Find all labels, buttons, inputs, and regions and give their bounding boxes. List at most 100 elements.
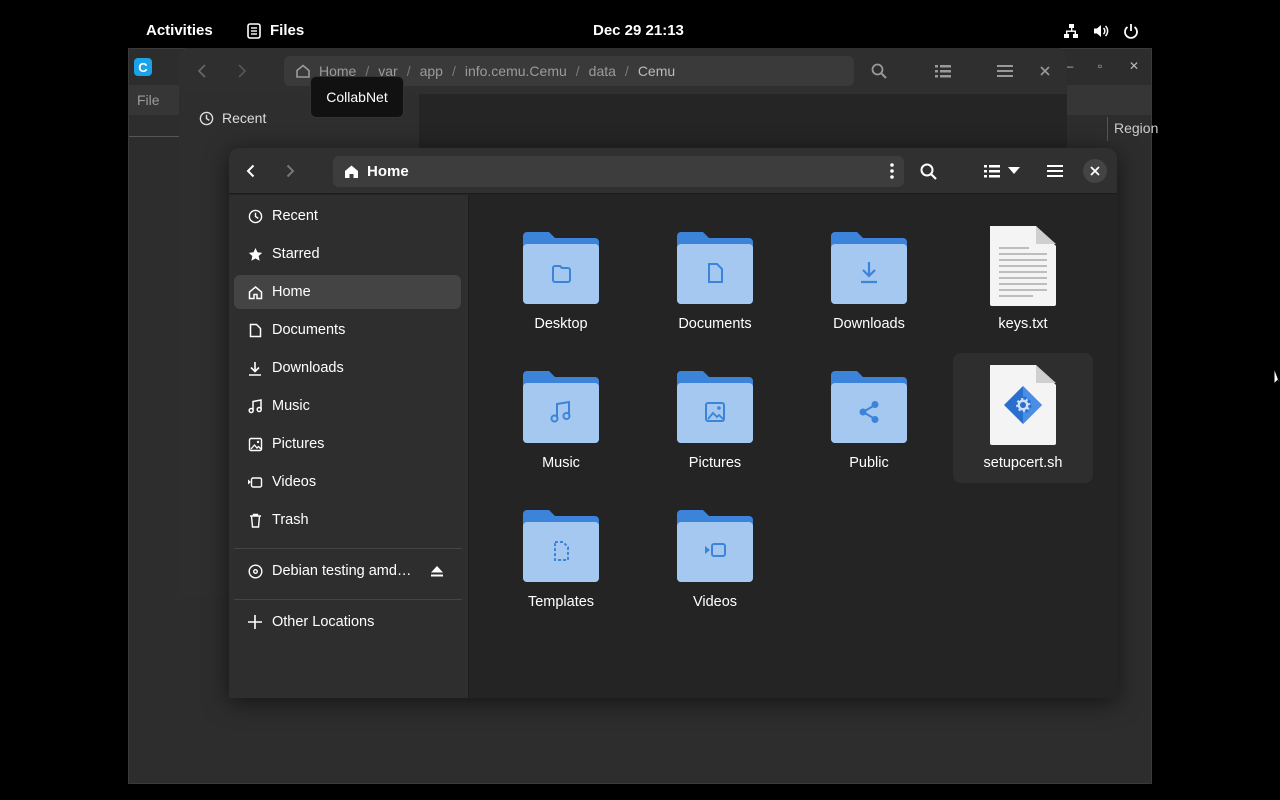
network-icon bbox=[1062, 22, 1080, 40]
file-name: Pictures bbox=[688, 455, 742, 471]
folder-videos-icon bbox=[677, 510, 753, 582]
forward-icon bbox=[284, 164, 296, 178]
close-icon[interactable]: ✕ bbox=[1127, 59, 1141, 73]
system-tray[interactable] bbox=[1062, 22, 1140, 40]
clock-icon bbox=[247, 208, 263, 224]
file-item-desktop[interactable]: Desktop bbox=[491, 218, 631, 348]
file-name: Downloads bbox=[833, 316, 905, 332]
sidebar-item-music[interactable]: Music bbox=[234, 389, 461, 423]
trash-icon bbox=[247, 512, 263, 528]
location-label[interactable]: Home bbox=[367, 163, 409, 180]
home-icon bbox=[296, 64, 310, 78]
files-app-icon bbox=[246, 22, 262, 39]
sidebar-item-downloads[interactable]: Downloads bbox=[234, 351, 461, 385]
folder-music-icon bbox=[523, 371, 599, 443]
back-icon bbox=[245, 164, 257, 178]
folder-downloads-icon bbox=[831, 232, 907, 304]
file-item-documents[interactable]: Documents bbox=[645, 218, 785, 348]
activities-button[interactable]: Activities bbox=[146, 22, 213, 39]
sidebar-item-videos[interactable]: Videos bbox=[234, 465, 461, 499]
folder-templates-icon bbox=[523, 510, 599, 582]
maximize-icon[interactable]: ▫ bbox=[1093, 59, 1107, 73]
sidebar-item-starred[interactable]: Starred bbox=[234, 237, 461, 271]
file-item-pictures[interactable]: Pictures bbox=[645, 357, 785, 487]
sidebar-item-pictures[interactable]: Pictures bbox=[234, 427, 461, 461]
path-segment[interactable]: app bbox=[420, 63, 443, 79]
file-name: Music bbox=[542, 455, 580, 471]
path-segment[interactable]: data bbox=[589, 63, 616, 79]
sidebar-item-drive[interactable]: Debian testing amd… bbox=[234, 554, 461, 588]
tooltip: CollabNet bbox=[310, 76, 404, 118]
sidebar-item-home[interactable]: Home bbox=[234, 275, 461, 309]
clock[interactable]: Dec 29 21:13 bbox=[593, 22, 684, 39]
path-segment[interactable]: Cemu bbox=[638, 63, 675, 79]
home-icon bbox=[344, 164, 359, 179]
sidebar-item-recent[interactable]: Recent bbox=[234, 199, 461, 233]
column-header bbox=[129, 117, 179, 137]
sidebar-divider bbox=[234, 548, 462, 549]
close-icon bbox=[1090, 166, 1100, 176]
kebab-menu-icon[interactable] bbox=[890, 163, 894, 179]
plus-icon bbox=[247, 614, 263, 630]
text-file-icon bbox=[990, 226, 1056, 306]
view-options-button[interactable] bbox=[1004, 156, 1024, 186]
file-item-templates[interactable]: Templates bbox=[491, 496, 631, 626]
file-item-keys-txt[interactable]: keys.txt bbox=[953, 218, 1093, 348]
power-icon bbox=[1122, 22, 1140, 40]
file-name: setupcert.sh bbox=[983, 455, 1063, 471]
column-header-region[interactable]: Region bbox=[1107, 117, 1158, 141]
list-view-icon[interactable] bbox=[927, 56, 959, 86]
video-icon bbox=[247, 474, 263, 490]
search-icon bbox=[920, 163, 937, 180]
cemu-logo-icon: C bbox=[134, 58, 152, 76]
sidebar-divider bbox=[234, 599, 462, 600]
search-button[interactable] bbox=[912, 156, 944, 186]
file-item-downloads[interactable]: Downloads bbox=[799, 218, 939, 348]
star-icon bbox=[247, 246, 263, 262]
folder-documents-icon bbox=[677, 232, 753, 304]
sidebar-item-trash[interactable]: Trash bbox=[234, 503, 461, 537]
app-name: Files bbox=[270, 22, 305, 39]
file-item-videos[interactable]: Videos bbox=[645, 496, 785, 626]
main-menu-button[interactable] bbox=[1039, 156, 1071, 186]
file-name: Public bbox=[849, 455, 889, 471]
sidebar: Recent Starred Home Documents Downloads … bbox=[229, 195, 469, 698]
menu-icon bbox=[1047, 164, 1063, 178]
path-bar[interactable]: Home bbox=[333, 156, 904, 187]
folder-pictures-icon bbox=[677, 371, 753, 443]
eject-icon[interactable] bbox=[431, 565, 443, 577]
app-menu-button[interactable]: Files bbox=[246, 22, 304, 39]
file-item-public[interactable]: Public bbox=[799, 357, 939, 487]
file-item-setupcert-sh[interactable]: setupcert.sh bbox=[953, 353, 1093, 483]
mouse-cursor bbox=[1273, 368, 1280, 386]
home-icon bbox=[247, 284, 263, 300]
back-button[interactable] bbox=[235, 156, 267, 186]
music-icon bbox=[247, 398, 263, 414]
sidebar-item-recent[interactable]: Recent bbox=[199, 110, 266, 126]
file-name: Templates bbox=[527, 594, 595, 610]
close-button[interactable] bbox=[1083, 159, 1107, 183]
file-name: Videos bbox=[692, 594, 738, 610]
search-icon[interactable] bbox=[863, 56, 895, 86]
sidebar-item-documents[interactable]: Documents bbox=[234, 313, 461, 347]
file-name: Documents bbox=[678, 316, 752, 332]
file-item-music[interactable]: Music bbox=[491, 357, 631, 487]
volume-icon bbox=[1092, 22, 1110, 40]
script-file-icon bbox=[990, 365, 1056, 445]
folder-public-icon bbox=[831, 371, 907, 443]
back-icon[interactable] bbox=[187, 56, 219, 86]
list-view-icon bbox=[984, 164, 1000, 178]
file-name: Desktop bbox=[534, 316, 588, 332]
header-bar: Home bbox=[229, 148, 1117, 194]
close-icon[interactable] bbox=[1029, 56, 1061, 86]
chevron-down-icon bbox=[1008, 167, 1020, 175]
menu-icon[interactable] bbox=[989, 56, 1021, 86]
menu-file[interactable]: File bbox=[137, 92, 160, 108]
folder-desktop-icon bbox=[523, 232, 599, 304]
sidebar-item-other-locations[interactable]: Other Locations bbox=[234, 605, 461, 639]
path-segment[interactable]: info.cemu.Cemu bbox=[465, 63, 567, 79]
download-icon bbox=[247, 360, 263, 376]
forward-icon[interactable] bbox=[225, 56, 257, 86]
document-icon bbox=[247, 322, 263, 338]
forward-button[interactable] bbox=[274, 156, 306, 186]
